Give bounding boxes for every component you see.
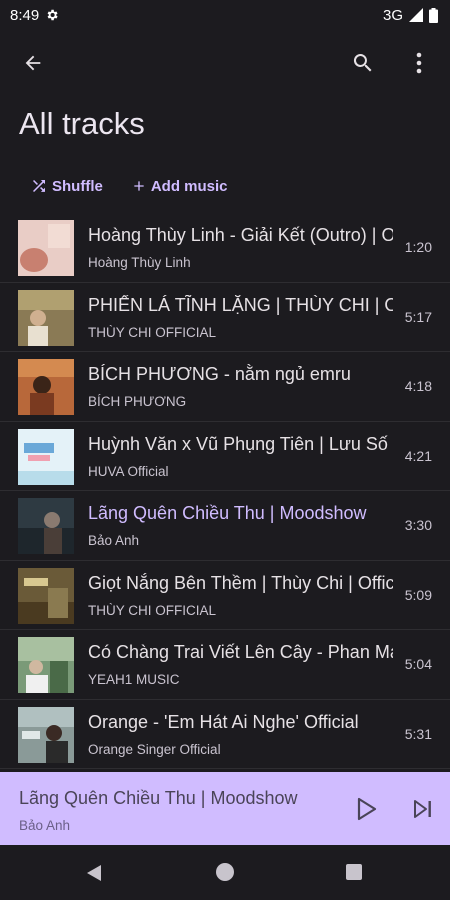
top-app-bar	[0, 30, 450, 100]
skip-next-icon	[412, 798, 434, 820]
track-title: Huỳnh Văn x Vũ Phụng Tiên | Lưu Số Em Đi	[88, 433, 393, 454]
track-artist: Hoàng Thùy Linh	[88, 255, 191, 270]
mini-player-artist: Bảo Anh	[19, 818, 71, 833]
shuffle-icon	[30, 177, 48, 195]
track-title: Hoàng Thùy Linh - Giải Kết (Outro) | Off…	[88, 225, 393, 245]
track-item-playing[interactable]: Lãng Quên Chiều Thu | Moodshow Bảo Anh 3…	[0, 491, 450, 561]
play-button[interactable]	[352, 794, 382, 824]
track-duration: 5:09	[404, 586, 432, 603]
track-duration: 5:17	[404, 308, 432, 325]
status-left: 8:49	[10, 7, 59, 24]
search-button[interactable]	[348, 48, 378, 78]
track-title: Giọt Nắng Bên Thềm | Thùy Chi | Official	[88, 572, 393, 593]
track-duration: 5:31	[404, 725, 432, 742]
track-list: Hoàng Thùy Linh - Giải Kết (Outro) | Off…	[0, 213, 450, 769]
battery-icon	[429, 7, 438, 23]
track-artist: Orange Singer Official	[88, 741, 221, 757]
track-duration: 4:21	[404, 447, 432, 464]
track-title: Lãng Quên Chiều Thu | Moodshow	[88, 503, 367, 523]
track-item[interactable]: PHIẾN LÁ TĨNH LẶNG | THÙY CHI | Official…	[0, 283, 450, 352]
skip-next-button[interactable]	[408, 794, 438, 824]
track-thumbnail	[18, 289, 74, 346]
track-item[interactable]: Hoàng Thùy Linh - Giải Kết (Outro) | Off…	[0, 213, 450, 283]
add-music-label: Add music	[150, 177, 228, 195]
track-thumbnail	[18, 359, 74, 415]
nav-back-button[interactable]	[85, 863, 103, 883]
track-item[interactable]: BÍCH PHƯƠNG - nằm ngủ emru BÍCH PHƯƠNG 4…	[0, 352, 450, 422]
add-music-button[interactable]: Add music	[131, 172, 228, 200]
track-artist: YEAH1 MUSIC	[88, 672, 180, 687]
shuffle-label: Shuffle	[52, 177, 103, 195]
track-artist: Bảo Anh	[88, 533, 140, 548]
track-item[interactable]: Có Chàng Trai Viết Lên Cây - Phan Mạnh Q…	[0, 630, 450, 700]
track-thumbnail	[18, 220, 74, 276]
nav-recents-square-icon	[345, 863, 363, 881]
network-type: 3G	[382, 6, 403, 24]
action-row: Shuffle Add music	[30, 172, 228, 200]
track-thumbnail	[18, 706, 74, 763]
track-item[interactable]: Giọt Nắng Bên Thềm | Thùy Chi | Official…	[0, 561, 450, 630]
track-duration: 1:20	[404, 239, 432, 255]
track-artist: THÙY CHI OFFICIAL	[88, 324, 217, 340]
status-right: 3G	[383, 7, 438, 24]
track-duration: 5:04	[404, 656, 432, 672]
shuffle-button[interactable]: Shuffle	[30, 172, 103, 200]
track-duration: 4:18	[404, 378, 432, 394]
back-button[interactable]	[18, 48, 48, 78]
track-item[interactable]: Orange - 'Em Hát Ai Nghe' Official Orang…	[0, 700, 450, 769]
track-thumbnail	[18, 567, 74, 624]
track-title: BÍCH PHƯƠNG - nằm ngủ emru	[88, 364, 351, 384]
system-navigation-bar	[0, 845, 450, 900]
nav-home-button[interactable]	[215, 862, 235, 882]
track-thumbnail	[18, 637, 74, 693]
track-title: PHIẾN LÁ TĨNH LẶNG | THÙY CHI | Official	[88, 294, 393, 315]
nav-back-triangle-icon	[85, 863, 103, 883]
play-icon	[356, 797, 378, 821]
nav-home-circle-icon	[215, 862, 235, 882]
status-time: 8:49	[10, 6, 40, 24]
more-options-button[interactable]	[404, 48, 434, 78]
status-bar: 8:49 3G	[0, 0, 450, 30]
mini-player[interactable]: Lãng Quên Chiều Thu | Moodshow Bảo Anh	[0, 772, 450, 845]
arrow-back-icon	[22, 52, 44, 74]
mini-player-title: Lãng Quên Chiều Thu | Moodshow	[19, 788, 298, 808]
track-item[interactable]: Huỳnh Văn x Vũ Phụng Tiên | Lưu Số Em Đi…	[0, 422, 450, 491]
search-icon	[351, 51, 375, 75]
track-duration: 3:30	[404, 517, 432, 533]
track-thumbnail	[18, 428, 74, 485]
track-artist: BÍCH PHƯƠNG	[88, 394, 187, 409]
settings-gear-icon	[45, 8, 59, 22]
track-artist: HUVA Official	[88, 463, 169, 479]
track-title: Orange - 'Em Hát Ai Nghe' Official	[88, 711, 359, 732]
more-vert-icon	[416, 52, 422, 74]
track-title: Có Chàng Trai Viết Lên Cây - Phan Mạnh Q…	[88, 642, 393, 662]
nav-recents-button[interactable]	[345, 863, 363, 881]
track-thumbnail	[18, 498, 74, 554]
track-artist: THÙY CHI OFFICIAL	[88, 602, 217, 618]
page-title: All tracks	[19, 106, 145, 141]
add-icon	[131, 178, 147, 194]
signal-icon	[409, 8, 423, 22]
